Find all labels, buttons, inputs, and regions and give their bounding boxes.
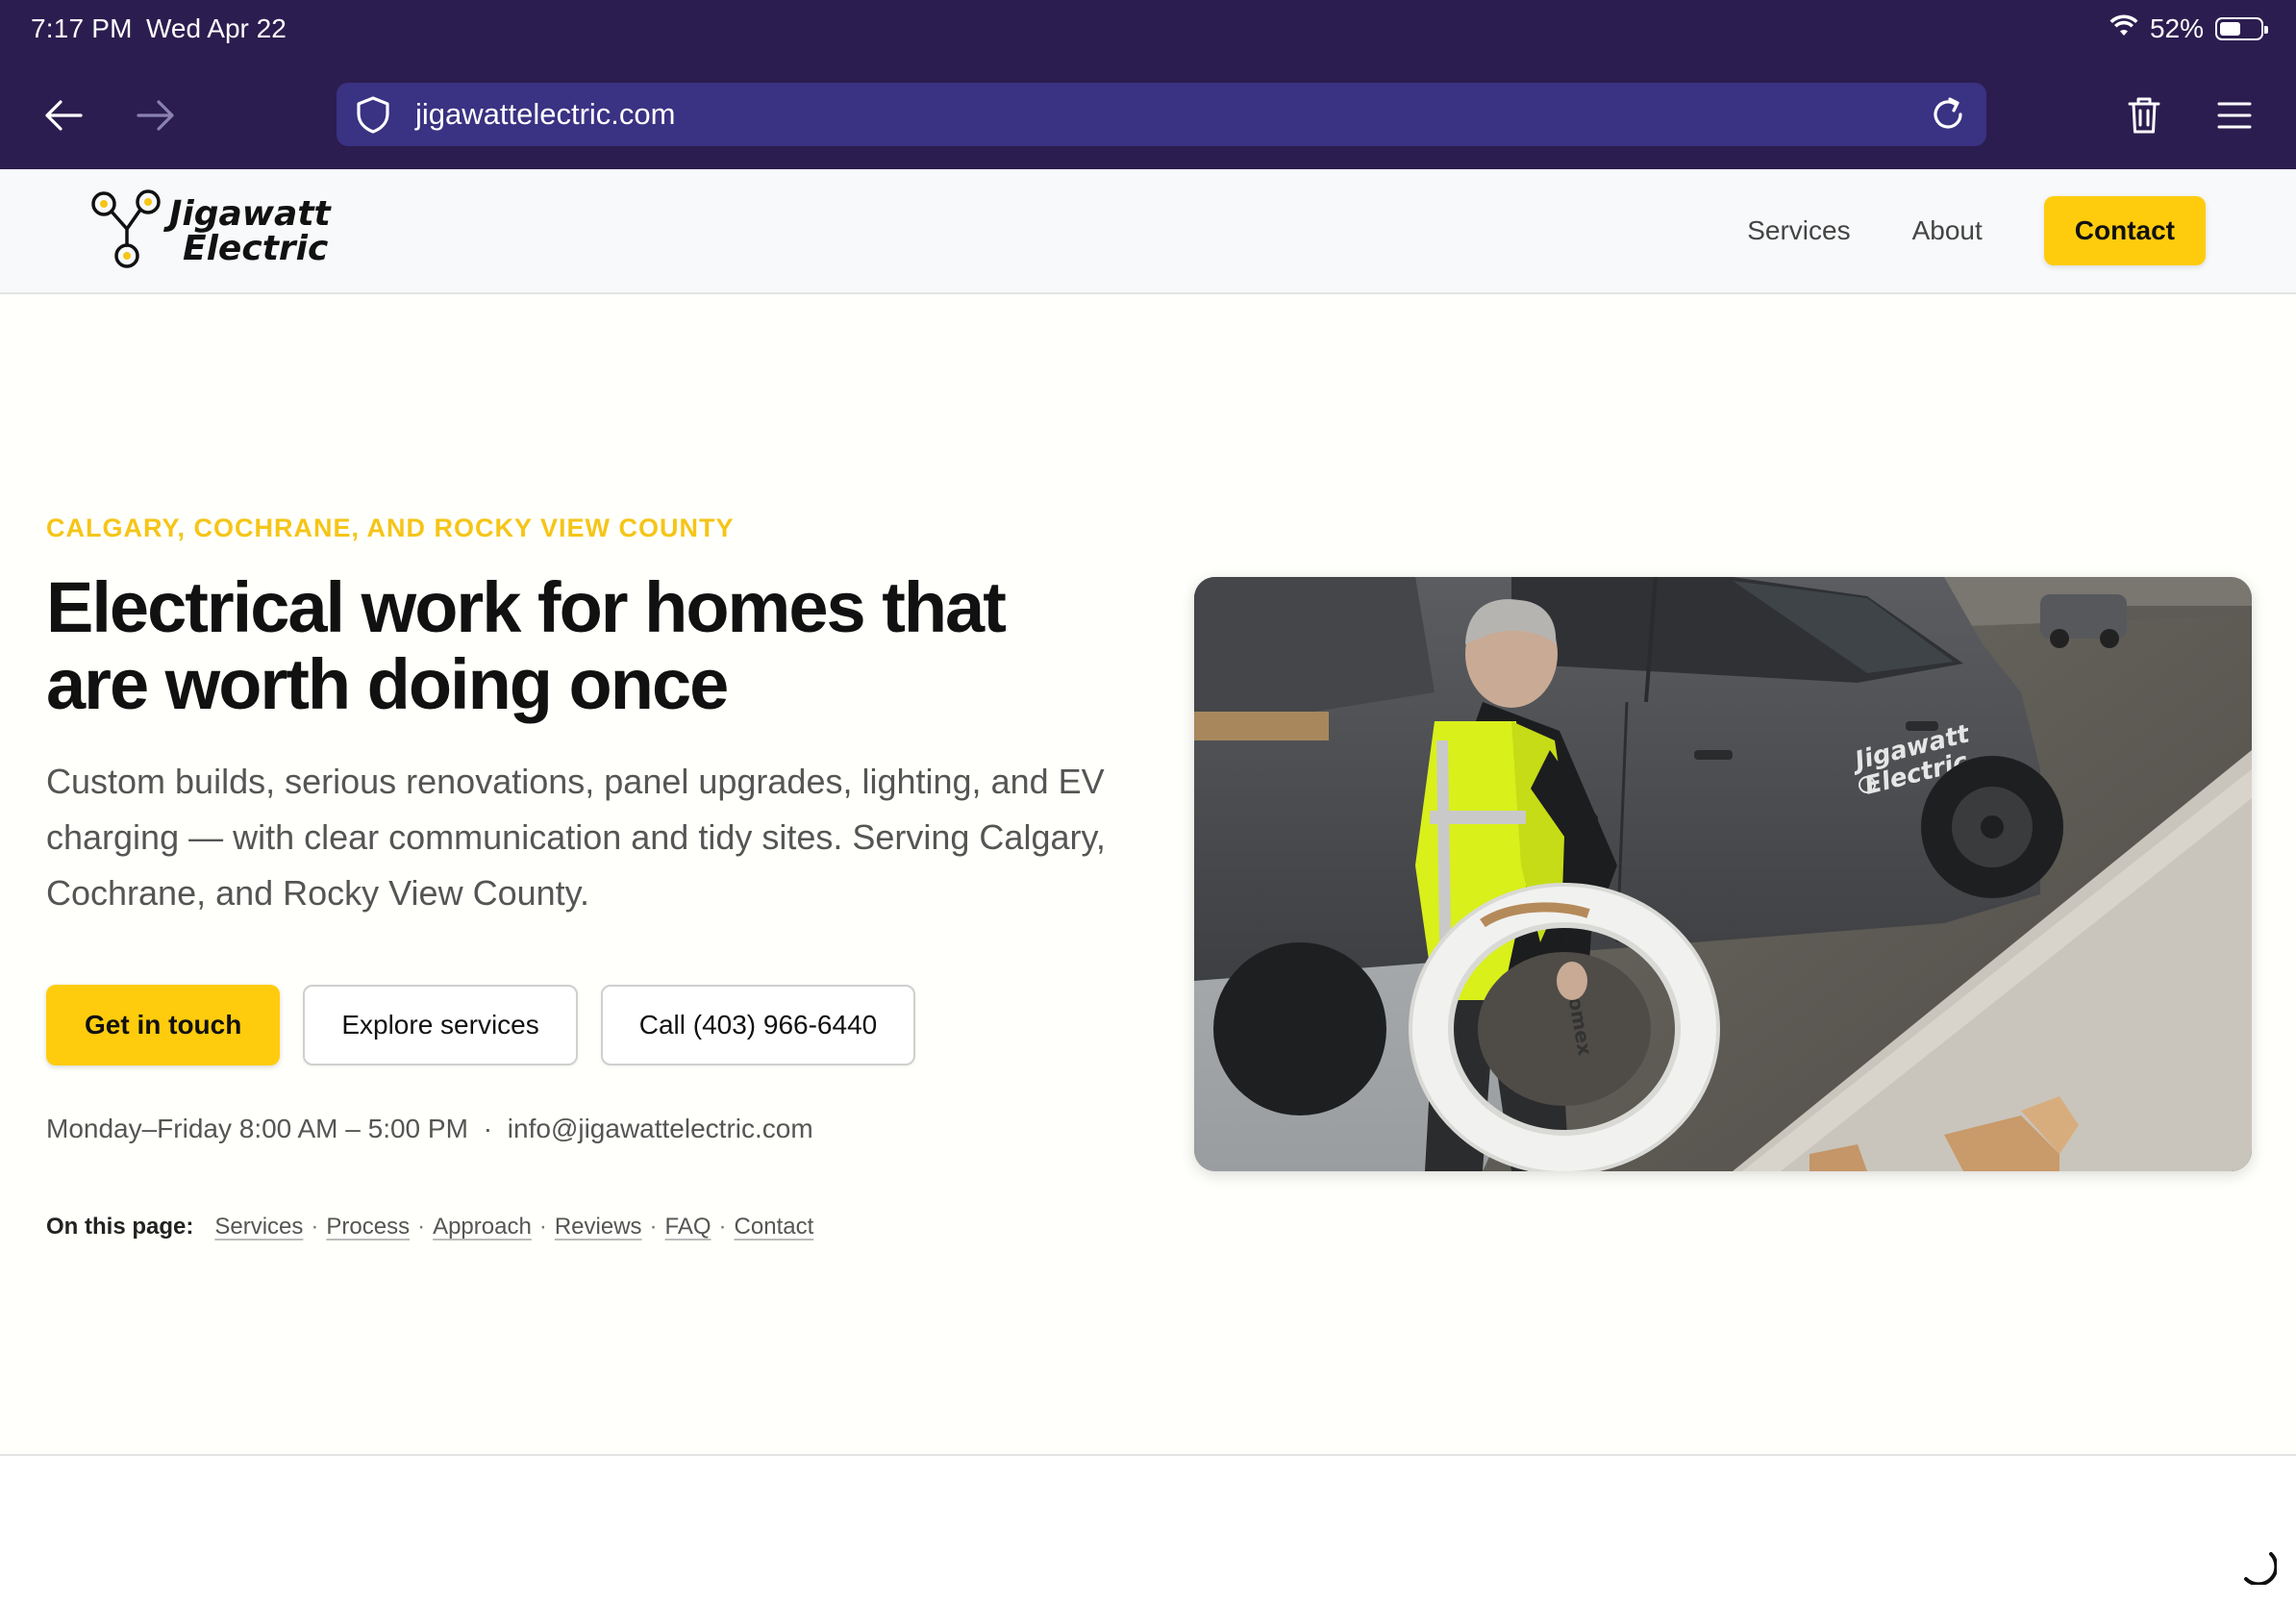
wifi-icon [2109,13,2138,44]
logo-line-1: Jigawatt [169,194,331,234]
email-link[interactable]: info@jigawattelectric.com [508,1114,813,1143]
status-time: 7:17 PM [31,13,133,43]
site-header: Jigawatt Electric Services About Contact [0,169,2296,294]
separator: · [311,1214,319,1240]
status-date: Wed Apr 22 [146,13,287,43]
separator: · [649,1214,658,1240]
site-logo[interactable]: Jigawatt Electric [88,188,331,275]
separator: · [718,1214,727,1240]
onpage-link-contact[interactable]: Contact [735,1214,814,1241]
separator: · [538,1214,547,1240]
battery-percent: 52% [2149,13,2204,43]
browser-chrome: 7:17 PM Wed Apr 22 52% jigawattelectric.… [0,0,2296,169]
status-indicators: 52% [2109,13,2268,44]
explore-services-button[interactable]: Explore services [303,985,578,1065]
hamburger-menu-icon[interactable] [2206,87,2263,144]
onpage-link-approach[interactable]: Approach [433,1214,532,1241]
hero-eyebrow: CALGARY, COCHRANE, AND ROCKY VIEW COUNTY [46,514,735,542]
back-arrow-icon[interactable] [35,87,92,144]
logo-line-2: Electric [183,229,329,268]
separator: · [417,1214,426,1240]
logo-wordmark: Jigawatt Electric [169,197,331,266]
on-this-page-label: On this page: [46,1214,194,1240]
hero-cta-row: Get in touch Explore services Call (403)… [46,985,916,1065]
nav-contact-button[interactable]: Contact [2043,196,2206,265]
call-button[interactable]: Call (403) 966-6440 [600,985,916,1065]
logo-mark-icon [91,189,161,268]
address-bar[interactable]: jigawattelectric.com [337,83,1986,146]
separator: · [483,1114,493,1143]
forward-arrow-icon[interactable] [127,87,185,144]
shield-icon[interactable] [350,91,396,138]
reload-icon[interactable] [1923,89,1973,139]
onpage-link-reviews[interactable]: Reviews [555,1214,642,1241]
nav-link-about[interactable]: About [1912,215,1983,246]
trash-icon[interactable] [2115,87,2173,144]
onpage-link-process[interactable]: Process [326,1214,410,1241]
hero-lead: Custom builds, serious renovations, pane… [46,762,1106,913]
onpage-link-services[interactable]: Services [214,1214,303,1241]
hero-photo: Jigawatt Electric Loomex [1194,577,2252,1171]
battery-icon [2215,17,2268,40]
nav-link-services[interactable]: Services [1747,215,1850,246]
loading-spinner-icon [2238,1546,2279,1587]
site-nav: Services About Contact [1747,196,2206,265]
hero-section: CALGARY, COCHRANE, AND ROCKY VIEW COUNTY… [0,294,2296,1456]
battery-level [2220,22,2240,36]
hours-line: Monday–Friday 8:00 AM – 5:00 PM · info@j… [46,1114,813,1144]
on-this-page-nav: On this page: Services · Process · Appro… [46,1214,813,1241]
get-in-touch-button[interactable]: Get in touch [46,985,281,1065]
hero-headline: Electrical work for homes that are worth… [46,567,1007,724]
business-hours: Monday–Friday 8:00 AM – 5:00 PM [46,1114,468,1143]
onpage-link-faq[interactable]: FAQ [665,1214,711,1241]
url-text[interactable]: jigawattelectric.com [415,97,1923,132]
